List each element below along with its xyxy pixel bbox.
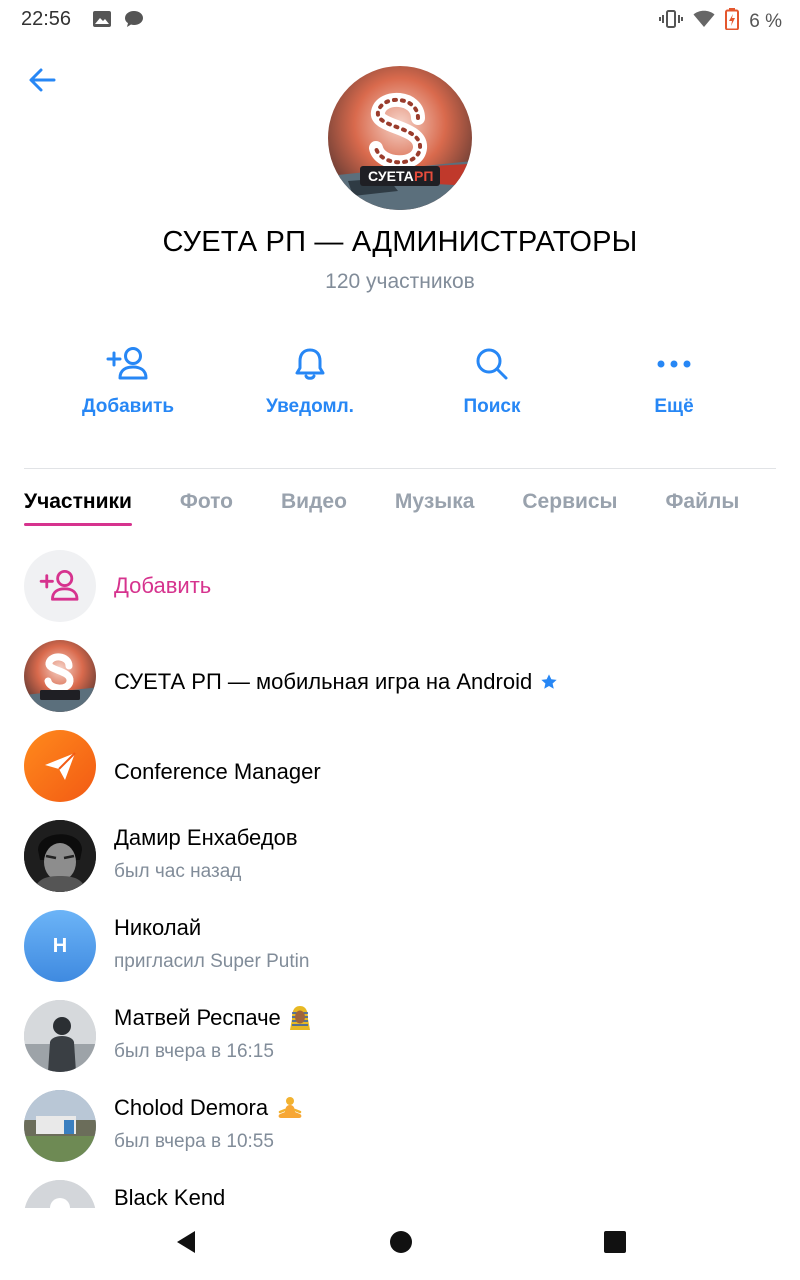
avatar (24, 1090, 96, 1162)
member-name: Cholod Demora (114, 1095, 269, 1120)
status-time: 22:56 (21, 8, 72, 30)
group-avatar[interactable]: СУЕТА РП (328, 66, 472, 210)
square-recents-icon (604, 1230, 626, 1253)
tab-music[interactable]: Музыка (395, 490, 474, 526)
avatar (24, 1180, 96, 1208)
battery-percent: 6 % (749, 11, 782, 32)
member-status: был вчера в 10:55 (114, 1131, 274, 1152)
list-item[interactable]: Н Николай пригласил Super Putin (0, 901, 800, 991)
notifications-action[interactable]: Уведомл. (220, 340, 400, 418)
member-count[interactable]: 120 участников (0, 270, 800, 294)
member-name: Дамир Енхабедов (114, 825, 298, 850)
search-icon (468, 340, 516, 388)
arrow-left-icon (29, 68, 56, 92)
nav-recents-button[interactable] (603, 1230, 627, 1259)
tab-services[interactable]: Сервисы (522, 490, 617, 526)
member-name: Black Kend (114, 1185, 226, 1208)
member-name: Николай (114, 915, 202, 940)
add-member-label: Добавить (114, 573, 212, 598)
avatar-text: СУЕТА (368, 168, 414, 184)
avatar (24, 1000, 96, 1072)
action-label: Ещё (654, 396, 694, 417)
page-title: СУЕТА РП — АДМИНИСТРАТОРЫ (162, 226, 638, 258)
divider (24, 468, 776, 469)
action-bar: Добавить Уведомл. Поиск Ещё (38, 340, 764, 418)
vibrate-icon (659, 9, 684, 35)
member-name: Conference Manager (114, 759, 321, 784)
bell-icon (286, 340, 334, 388)
avatar (24, 640, 96, 712)
member-status: пригласил Super Putin (114, 951, 310, 972)
member-status: был час назад (114, 861, 242, 882)
list-item[interactable]: Conference Manager (0, 721, 800, 811)
more-icon (650, 340, 698, 388)
add-user-icon (104, 340, 152, 388)
tab-members[interactable]: Участники (24, 490, 132, 526)
avatar-text-accent: РП (414, 168, 433, 184)
message-icon (124, 9, 144, 34)
avatar (24, 820, 96, 892)
more-action[interactable]: Ещё (584, 340, 764, 418)
list-item[interactable]: Матвей Респаче был вчера в 16:15 (0, 991, 800, 1081)
tab-bar: Участники Фото Видео Музыка Сервисы Файл… (24, 490, 739, 526)
verified-star-icon (541, 674, 557, 689)
gallery-icon (92, 9, 112, 34)
action-label: Добавить (81, 396, 175, 417)
action-label: Поиск (463, 396, 521, 417)
circle-home-icon (390, 1230, 412, 1253)
triangle-back-icon (177, 1230, 195, 1253)
list-item[interactable]: Дамир Енхабедов был час назад (0, 811, 800, 901)
pharaoh-emoji-icon (289, 1006, 310, 1030)
nav-home-button[interactable] (389, 1230, 413, 1259)
add-member-row[interactable]: Добавить (0, 541, 800, 631)
tab-files[interactable]: Файлы (666, 490, 740, 526)
navigation-bar (0, 1208, 800, 1280)
back-button[interactable] (22, 60, 62, 100)
action-label: Уведомл. (266, 396, 354, 417)
tab-videos[interactable]: Видео (281, 490, 347, 526)
add-user-icon (24, 550, 96, 622)
member-status: был вчера в 16:15 (114, 1041, 274, 1062)
battery-icon (725, 8, 740, 36)
wifi-icon (693, 10, 715, 34)
meditation-emoji-icon (278, 1097, 302, 1118)
list-item[interactable]: Cholod Demora был вчера в 10:55 (0, 1081, 800, 1171)
avatar (24, 730, 96, 802)
paper-plane-icon (45, 752, 76, 780)
member-name: СУЕТА РП — мобильная игра на Android (114, 669, 533, 694)
tab-photos[interactable]: Фото (180, 490, 233, 526)
search-action[interactable]: Поиск (402, 340, 582, 418)
list-item[interactable]: Black Kend (0, 1171, 800, 1208)
add-member-action[interactable]: Добавить (38, 340, 218, 418)
avatar: Н (24, 910, 96, 982)
member-name: Матвей Респаче (114, 1005, 281, 1030)
status-bar: 22:56 6 % (0, 0, 800, 38)
list-item[interactable]: СУЕТА РП — мобильная игра на Android (0, 631, 800, 721)
nav-back-button[interactable] (173, 1229, 199, 1260)
